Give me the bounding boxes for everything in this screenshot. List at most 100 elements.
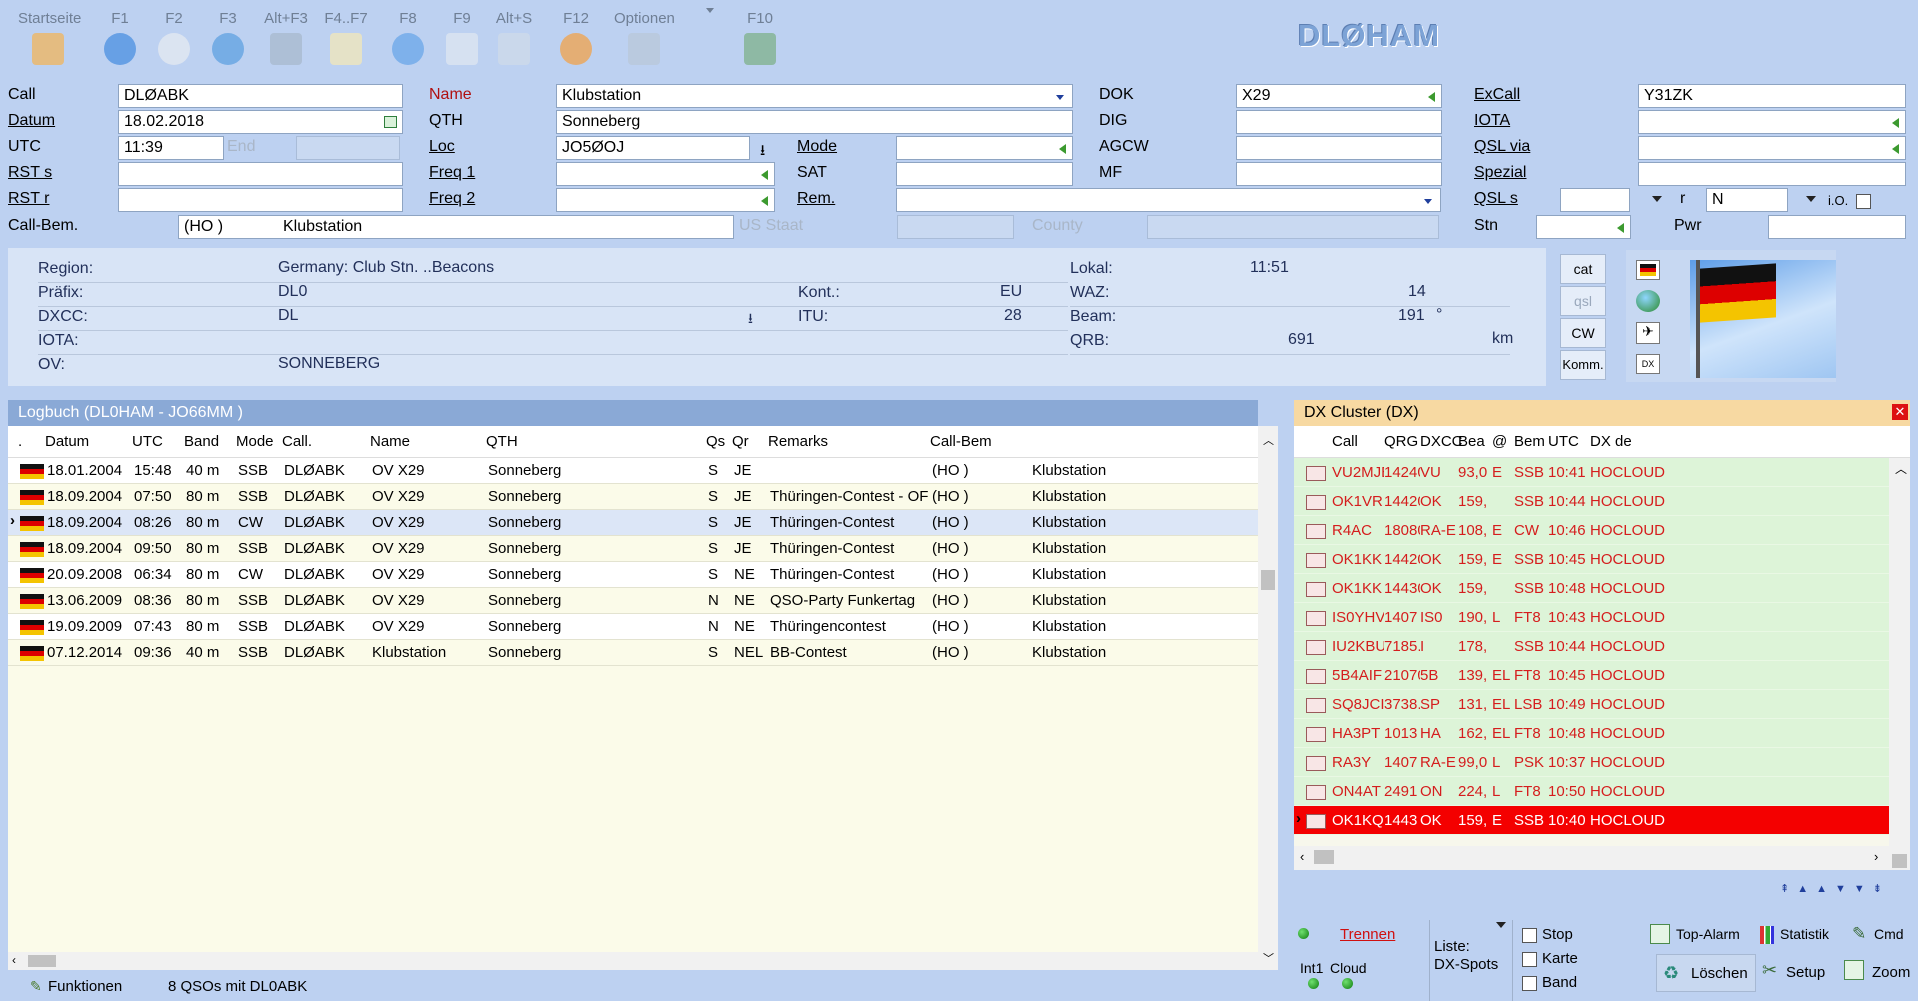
col-dx-utc[interactable]: UTC	[1548, 433, 1579, 450]
hscroll-thumb[interactable]	[1314, 850, 1334, 864]
r-input[interactable]: N	[1706, 188, 1788, 212]
rem-input[interactable]	[896, 188, 1441, 212]
dropdown-arrow-icon[interactable]	[706, 8, 714, 13]
cluster-nav-arrows[interactable]: ⇞▲▲▼▼⇟	[1780, 882, 1910, 898]
dig-input[interactable]	[1236, 110, 1442, 134]
scroll-down-icon[interactable]: ﹀	[1263, 950, 1274, 966]
datum-input[interactable]: 18.02.2018	[118, 110, 403, 134]
cat-button[interactable]: cat	[1560, 254, 1606, 284]
col-dx-dxcc[interactable]: DXCC	[1420, 433, 1463, 450]
usstaat-input[interactable]	[897, 215, 1014, 239]
scroll-thumb[interactable]	[1892, 854, 1907, 868]
name-input[interactable]: Klubstation	[556, 84, 1073, 108]
dropdown-arrow-icon[interactable]	[1892, 144, 1899, 154]
col-utc[interactable]: UTC	[132, 433, 163, 450]
cluster-row[interactable]: RA3Y 1407 RA-E 99,0 L PSK 10:37 HOCLOUD	[1294, 748, 1889, 777]
scroll-thumb[interactable]	[1261, 570, 1275, 590]
logbook-row[interactable]: › 18.09.2004 08:26 80 m CW DLØABK OV X29 Sonneb…	[8, 510, 1258, 536]
logbook-hscrollbar[interactable]: ‹	[8, 952, 1258, 970]
cluster-row[interactable]: VU2MJE14240VU 93,0E SSB10:41HOCLOUD	[1294, 458, 1889, 487]
hscroll-thumb[interactable]	[28, 955, 56, 967]
cluster-row[interactable]: › OK1KQ 1443 OK 159, E SSB 10:40 HOCLOUD	[1294, 806, 1889, 835]
cluster-row[interactable]: SQ8JCI 3738. SP 131, EL LSB 10:49 HOCLOUD	[1294, 690, 1889, 719]
mf-input[interactable]	[1236, 162, 1442, 186]
toolbar-f9-button[interactable]: F9	[432, 0, 492, 72]
qsls-dropdown-icon[interactable]	[1652, 196, 1662, 202]
cluster-hscrollbar[interactable]: ‹ ›	[1294, 846, 1889, 870]
cluster-row[interactable]: OK1KK14430OK 159, SSB10:48HOCLOUD	[1294, 574, 1889, 603]
dropdown-arrow-icon[interactable]	[1617, 223, 1624, 233]
col-qs[interactable]: Qs	[706, 433, 725, 450]
freq2-input[interactable]	[556, 188, 775, 212]
stn-input[interactable]	[1536, 215, 1631, 239]
col-call[interactable]: Call.	[282, 433, 312, 450]
cluster-row[interactable]: 5B4AIF210705B 139,ELFT8 10:45HOCLOUD	[1294, 661, 1889, 690]
satellite-icon[interactable]: ✈	[1636, 322, 1660, 344]
call-input[interactable]: DLØABK	[118, 84, 403, 108]
scroll-up-icon[interactable]: ︿	[1263, 432, 1274, 448]
cluster-row[interactable]: ON4AT 2491 ON 224, L FT8 10:50 HOCLOUD	[1294, 777, 1889, 806]
pwr-input[interactable]	[1768, 215, 1906, 239]
qsls-input[interactable]	[1560, 188, 1630, 212]
logbook-row[interactable]: 13.06.2009 08:36 80 m SSB DLØABK OV X29 Sonneb…	[8, 588, 1258, 614]
col-marker[interactable]: .	[18, 433, 22, 450]
cw-button[interactable]: CW	[1560, 318, 1606, 348]
toolbar-optionen-button[interactable]: Optionen	[614, 0, 714, 72]
utc-input[interactable]: 11:39	[118, 136, 224, 160]
cluster-row[interactable]: HA3PT 1013 HA 162, EL FT8 10:48 HOCLOUD	[1294, 719, 1889, 748]
col-remarks[interactable]: Remarks	[768, 433, 828, 450]
col-dx-bem[interactable]: Bem	[1514, 433, 1545, 450]
scroll-right-icon[interactable]: ›	[1874, 849, 1878, 864]
col-qr[interactable]: Qr	[732, 433, 749, 450]
sat-input[interactable]	[896, 162, 1073, 186]
logbook-row[interactable]: 20.09.2008 06:34 80 m CW DLØABK OV X29 Sonnebe…	[8, 562, 1258, 588]
cluster-row[interactable]: OK1KK14420OK 159,E SSB10:45HOCLOUD	[1294, 545, 1889, 574]
dropdown-arrow-icon[interactable]	[761, 196, 768, 206]
scroll-up-icon[interactable]: ︿	[1895, 460, 1907, 477]
toolbar-f3-button[interactable]: F3	[198, 0, 258, 72]
toolbar-f4-f7-button[interactable]: F4..F7	[316, 0, 376, 72]
cluster-row[interactable]: IU2KBU 7185. I 178, SSB 10:44 HOCLOUD	[1294, 632, 1889, 661]
col-dx-call[interactable]: Call	[1332, 433, 1358, 450]
dropdown-arrow-icon[interactable]	[1428, 92, 1435, 102]
scroll-left-icon[interactable]: ‹	[12, 953, 16, 967]
iota-input[interactable]	[1638, 110, 1906, 134]
liste-dropdown-icon[interactable]	[1496, 922, 1506, 928]
dropdown-arrow-icon[interactable]	[1892, 118, 1899, 128]
toolbar-f12-button[interactable]: F12	[546, 0, 606, 72]
col-dx-at[interactable]: @	[1492, 433, 1507, 450]
r-dropdown-icon[interactable]	[1806, 196, 1816, 202]
col-dx-de[interactable]: DX de	[1590, 433, 1632, 450]
agcw-input[interactable]	[1236, 136, 1442, 160]
toolbar-alt-f3-button[interactable]: Alt+F3	[256, 0, 316, 72]
col-dx-qrg[interactable]: QRG	[1384, 433, 1418, 450]
qsl-button[interactable]: qsl	[1560, 286, 1606, 316]
download-arrow-icon[interactable]: ⭳	[748, 308, 753, 332]
toolbar-startseite-button[interactable]: Startseite	[18, 0, 81, 72]
dropdown-arrow-icon[interactable]	[761, 170, 768, 180]
col-datum[interactable]: Datum	[45, 433, 89, 450]
toolbar-f10-button[interactable]: F10	[730, 0, 790, 72]
chevron-down-icon[interactable]	[1056, 95, 1064, 100]
col-dx-bea[interactable]: Bea	[1458, 433, 1485, 450]
chevron-down-icon[interactable]	[1424, 199, 1432, 204]
io-checkbox[interactable]	[1856, 194, 1871, 209]
mode-input[interactable]	[896, 136, 1073, 160]
cluster-row[interactable]: IS0YHV 1407 IS0 190, L FT8 10:43 HOCLOUD	[1294, 603, 1889, 632]
cluster-vscrollbar[interactable]: ︿	[1889, 458, 1910, 870]
liste-value[interactable]: DX-Spots	[1434, 956, 1498, 973]
end-input[interactable]	[296, 136, 400, 160]
flag-icon[interactable]	[1636, 260, 1660, 280]
col-callbem[interactable]: Call-Bem	[930, 433, 992, 450]
funktionen-button[interactable]: Funktionen	[48, 978, 122, 995]
excall-input[interactable]: Y31ZK	[1638, 84, 1906, 108]
komm-button[interactable]: Komm.	[1560, 350, 1606, 380]
trennen-button[interactable]: Trennen	[1340, 926, 1395, 943]
county-input[interactable]	[1147, 215, 1439, 239]
toolbar-f2-button[interactable]: F2	[144, 0, 204, 72]
qslvia-input[interactable]	[1638, 136, 1906, 160]
scroll-left-icon[interactable]: ‹	[1300, 849, 1304, 864]
toolbar-alt-s-button[interactable]: Alt+S	[484, 0, 544, 72]
col-mode[interactable]: Mode	[236, 433, 274, 450]
logbook-row[interactable]: 18.01.2004 15:48 40 m SSB DLØABK OV X29 Sonneb…	[8, 458, 1258, 484]
